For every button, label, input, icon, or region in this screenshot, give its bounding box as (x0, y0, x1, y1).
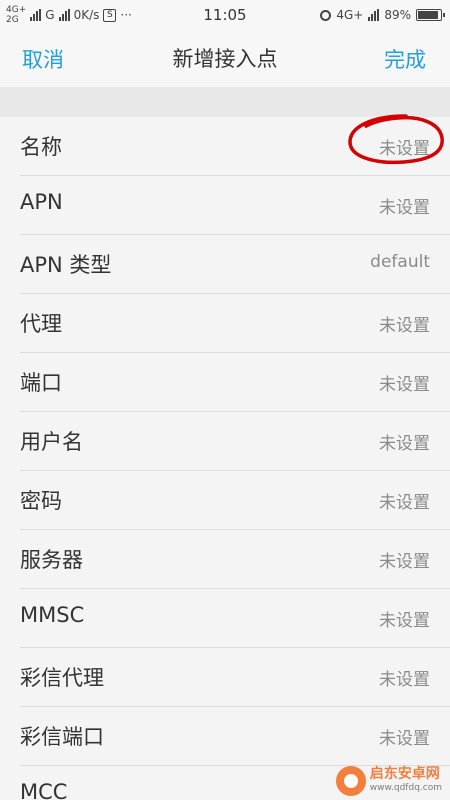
done-button[interactable]: 完成 (384, 44, 426, 74)
list-item-label: APN 类型 (20, 253, 112, 277)
status-right: 4G+ 89% (320, 4, 445, 26)
list-item-name[interactable]: 名称 未设置 (20, 117, 450, 176)
list-item-mms-proxy[interactable]: 彩信代理 未设置 (20, 648, 450, 707)
network-type-right: 4G+ (336, 8, 364, 22)
list-item-apn[interactable]: APN 未设置 (20, 176, 450, 235)
battery-icon (416, 9, 445, 21)
list-item-value: default (370, 252, 430, 272)
list-item-server[interactable]: 服务器 未设置 (20, 530, 450, 589)
list-item-label: MMSC (20, 603, 85, 627)
list-item-value: 未设置 (379, 139, 430, 159)
watermark-url: www.qdfdq.com (369, 783, 442, 793)
list-item-apn-type[interactable]: APN 类型 default (20, 235, 450, 294)
list-item-label: 彩信端口 (20, 725, 104, 749)
status-bar: 4G+ 2G G 0K/s S ··· 11:05 4G+ 89% (0, 0, 450, 30)
list-item-label: MCC (20, 780, 68, 800)
list-item-label: APN (20, 190, 63, 214)
list-item-mms-port[interactable]: 彩信端口 未设置 (20, 707, 450, 766)
battery-percent: 89% (384, 8, 411, 22)
signal-icon-3 (368, 9, 380, 21)
alarm-icon (320, 9, 332, 21)
list-item-value: 未设置 (379, 198, 430, 218)
section-spacer (0, 87, 450, 117)
list-item-mmsc[interactable]: MMSC 未设置 (20, 589, 450, 648)
page-title: 新增接入点 (172, 47, 278, 71)
list-item-label: 密码 (20, 489, 62, 513)
watermark-logo-icon (335, 766, 366, 796)
watermark-name: 启东安卓网 (369, 766, 440, 782)
list-item-value: 未设置 (379, 316, 430, 336)
list-item-password[interactable]: 密码 未设置 (20, 471, 450, 530)
list-item-value: 未设置 (379, 375, 430, 395)
apn-settings-list: 名称 未设置 APN 未设置 APN 类型 default 代理 未设置 端口 … (0, 117, 450, 800)
list-item-proxy[interactable]: 代理 未设置 (20, 294, 450, 353)
list-item-value: 未设置 (379, 552, 430, 572)
list-item-port[interactable]: 端口 未设置 (20, 353, 450, 412)
list-item-value: 未设置 (379, 493, 430, 513)
list-item-value: 未设置 (379, 670, 430, 690)
list-item-value: 未设置 (379, 729, 430, 749)
list-item-label: 服务器 (20, 548, 83, 572)
list-item-label: 彩信代理 (20, 666, 104, 690)
list-item-label: 代理 (20, 312, 62, 336)
list-item-label: 名称 (20, 135, 62, 159)
list-item-value: 未设置 (379, 434, 430, 454)
list-item-username[interactable]: 用户名 未设置 (20, 412, 450, 471)
list-item-label: 端口 (20, 371, 62, 395)
header: 取消 新增接入点 完成 (0, 30, 450, 87)
list-item-value: 未设置 (379, 611, 430, 631)
watermark: 启东安卓网 www.qdfdq.com (335, 766, 442, 796)
screen: 4G+ 2G G 0K/s S ··· 11:05 4G+ 89% 取消 新增接… (0, 0, 450, 800)
list-item-label: 用户名 (20, 430, 83, 454)
